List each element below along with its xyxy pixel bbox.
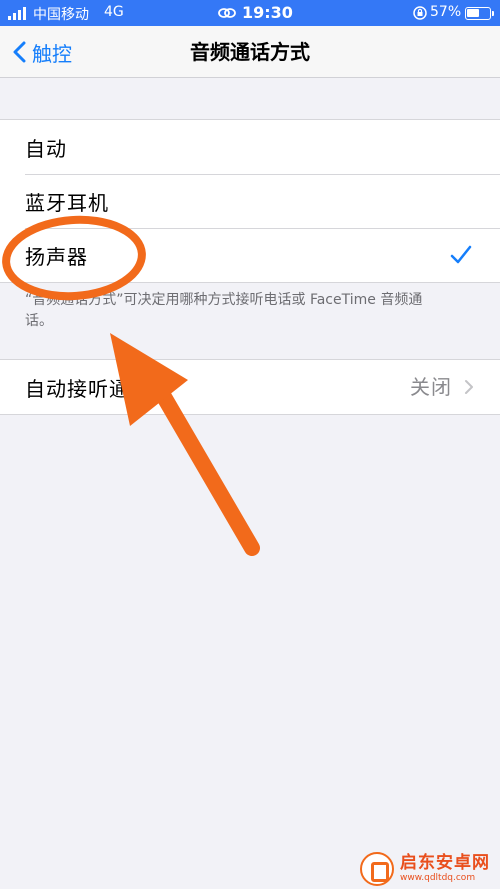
- option-label: 自动: [25, 136, 67, 161]
- option-bluetooth-headset[interactable]: 蓝牙耳机: [0, 174, 500, 228]
- auto-answer-group: 自动接听通话 关闭: [0, 359, 500, 415]
- status-bar: 中国移动 4G 19:30 57%: [0, 0, 500, 26]
- chevron-left-icon: [13, 41, 26, 63]
- audio-routing-footnote: “音频通话方式”可决定用哪种方式接听电话或 FaceTime 音频通话。: [25, 292, 423, 329]
- battery-icon: [465, 7, 494, 20]
- watermark: 启东安卓网 www.qdltdq.com: [360, 848, 500, 889]
- page-title: 音频通话方式: [190, 40, 310, 64]
- rotation-lock-icon: [413, 6, 427, 20]
- option-automatic[interactable]: 自动: [0, 120, 500, 174]
- watermark-url: www.qdltdq.com: [400, 872, 476, 883]
- watermark-title: 启东安卓网: [400, 852, 490, 873]
- chevron-right-icon: [465, 380, 473, 394]
- option-label: 蓝牙耳机: [25, 190, 109, 215]
- back-button-label: 触控: [32, 41, 72, 66]
- checkmark-icon: [450, 245, 472, 264]
- signal-strength-icon: [8, 7, 26, 20]
- watermark-logo-icon: [360, 851, 394, 886]
- status-time: 19:30: [242, 3, 293, 22]
- option-speaker[interactable]: 扬声器: [0, 228, 500, 282]
- auto-answer-label: 自动接听通话: [25, 376, 151, 401]
- option-label: 扬声器: [25, 244, 88, 269]
- link-icon: [218, 8, 236, 18]
- back-button[interactable]: 触控: [12, 26, 72, 78]
- battery-level: [467, 9, 479, 17]
- navigation-bar: 音频通话方式 触控: [0, 26, 500, 78]
- auto-answer-row[interactable]: 自动接听通话 关闭: [0, 360, 500, 414]
- battery-percent: 57%: [430, 4, 462, 20]
- audio-routing-list: 自动 蓝牙耳机 扬声器: [0, 119, 500, 283]
- carrier-name: 中国移动: [33, 7, 89, 23]
- auto-answer-value: 关闭: [410, 375, 452, 399]
- network-type: 4G: [104, 4, 124, 20]
